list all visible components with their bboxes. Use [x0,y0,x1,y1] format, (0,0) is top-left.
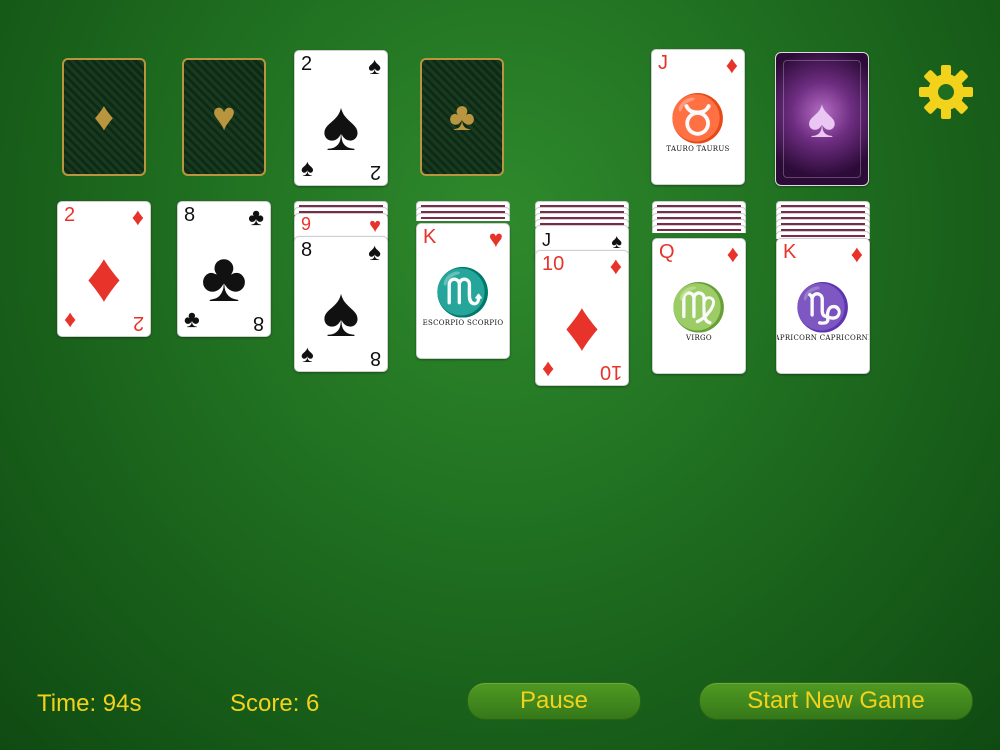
foundation-clubs[interactable]: ♣ [420,58,504,176]
club-icon: ♣ [201,238,247,316]
scorpio-illustration: ♏ ESCORPIO SCORPIO [423,258,504,338]
tableau-col-4-card[interactable]: K ♥ ♏ ESCORPIO SCORPIO [416,223,510,359]
card-rank: 2 [64,204,76,226]
diamond-icon: ♦ [86,238,122,316]
card-rank: 2 [369,161,381,183]
time-display: Time: 94s [37,690,142,717]
diamond-icon: ♦ [93,95,115,139]
spade-icon: ♠ [322,273,360,351]
spade-icon: ♠ [301,155,314,182]
tableau-col-7-card[interactable]: K ♦ ♑ CAPRICORN CAPRICORNIO [776,238,870,374]
foundation-diamonds[interactable]: ♦ [62,58,146,176]
card-rank: J [658,52,668,74]
diamond-icon: ♦ [850,241,863,268]
card-rank: 10 [599,361,622,383]
card-rank: K [423,226,437,248]
diamond-icon: ♦ [725,52,738,79]
tableau-col-6-card[interactable]: Q ♦ ♍ VIRGO [652,238,746,374]
club-icon: ♣ [184,306,200,333]
tableau-col-5-card[interactable]: 10 ♦ ♦ ♦ 10 [535,250,629,386]
waste-card[interactable]: J ♦ ♉ TAURO TAURUS [651,49,745,185]
card-rank: 2 [132,312,144,334]
face-down-card [652,225,746,233]
score-display: Score: 6 [230,690,320,717]
spade-card-back-icon: ♠ [783,60,861,178]
spade-icon: ♠ [322,87,360,165]
spade-icon: ♠ [301,341,314,368]
club-icon: ♣ [248,204,264,231]
diamond-icon: ♦ [64,306,77,333]
tableau-col-2-card[interactable]: 8 ♣ ♣ ♣ 8 [177,201,271,337]
card-rank: J [542,230,551,250]
face-down-card [416,213,510,221]
foundation-spades-card[interactable]: 2 ♠ ♠ ♠ 2 [294,50,388,186]
card-caption: TAURO TAURUS [666,145,730,153]
capricorn-icon: ♑ [794,281,852,333]
start-new-game-button[interactable]: Start New Game [699,682,973,720]
scorpion-icon: ♏ [434,266,492,318]
card-rank: 8 [252,312,264,334]
heart-icon: ♥ [212,95,236,139]
stock-pile[interactable]: ♠ [775,52,869,186]
pause-button[interactable]: Pause [467,682,641,720]
tableau-col-1-card[interactable]: 2 ♦ ♦ ♦ 2 [57,201,151,337]
bull-icon: ♉ [669,92,727,144]
foundation-hearts[interactable]: ♥ [182,58,266,176]
card-rank: K [783,241,797,263]
tableau-col-3-card[interactable]: 8 ♠ ♠ ♠ 8 [294,236,388,372]
card-rank: Q [659,241,675,263]
card-rank: 8 [184,204,196,226]
capricorn-illustration: ♑ CAPRICORN CAPRICORNIO [777,273,869,353]
spade-icon: ♠ [368,239,381,266]
card-caption: VIRGO [686,334,712,342]
heart-icon: ♥ [369,215,381,237]
club-icon: ♣ [448,95,476,139]
card-rank: 9 [301,214,312,234]
card-rank: 8 [301,239,313,261]
taurus-illustration: ♉ TAURO TAURUS [662,84,734,164]
diamond-icon: ♦ [131,204,144,231]
diamond-icon: ♦ [564,287,600,365]
diamond-icon: ♦ [609,253,622,280]
diamond-icon: ♦ [726,241,739,268]
settings-button[interactable] [917,63,975,121]
virgo-illustration: ♍ VIRGO [663,273,735,353]
card-rank: 8 [369,347,381,369]
card-caption: CAPRICORN CAPRICORNIO [777,334,869,342]
spade-icon: ♠ [368,53,381,80]
virgo-icon: ♍ [670,281,728,333]
card-caption: ESCORPIO SCORPIO [422,319,504,327]
card-rank: 2 [301,53,313,75]
card-rank: 10 [542,253,565,275]
spade-icon: ♠ [611,231,622,253]
gear-icon [919,65,973,119]
diamond-icon: ♦ [542,355,555,382]
heart-icon: ♥ [488,226,503,253]
